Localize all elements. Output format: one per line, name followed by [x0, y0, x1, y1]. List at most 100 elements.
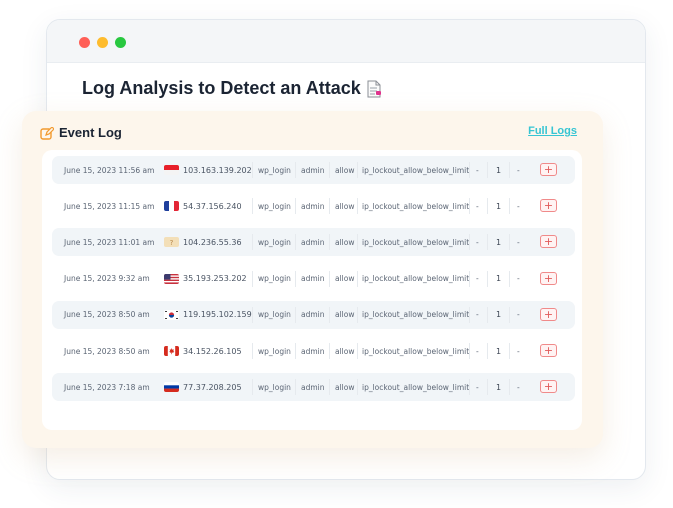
log-row: June 15, 2023 11:56 am 103.163.139.202 w…: [52, 156, 575, 184]
column-separator: [487, 379, 488, 396]
indonesia-flag-icon: [164, 165, 179, 175]
event-log-table: June 15, 2023 11:56 am 103.163.139.202 w…: [42, 150, 582, 430]
column-separator: [329, 198, 330, 215]
column-separator: [487, 162, 488, 178]
column-separator: [252, 198, 253, 215]
column-separator: [469, 270, 470, 287]
column-separator: [252, 343, 253, 359]
log-reason: ip_lockout_allow_below_limit: [362, 382, 470, 392]
log-ip: 35.193.253.202: [183, 274, 247, 284]
log-row: June 15, 2023 11:01 am ? 104.236.55.36 w…: [52, 228, 575, 257]
add-rule-button[interactable]: +: [540, 307, 557, 321]
column-separator: [295, 270, 296, 287]
log-reason: ip_lockout_allow_below_limit: [362, 346, 470, 356]
log-action: wp_login: [258, 310, 291, 320]
south-korea-flag-icon: [164, 309, 179, 320]
log-user: admin: [301, 346, 325, 356]
column-separator: [487, 234, 488, 251]
log-reason: ip_lockout_allow_below_limit: [362, 274, 470, 284]
column-separator: [357, 343, 358, 359]
log-ip: 54.37.156.240: [183, 201, 242, 211]
add-rule-button[interactable]: +: [540, 271, 557, 285]
add-rule-button[interactable]: +: [540, 344, 557, 357]
column-separator: [329, 234, 330, 251]
maximize-window-dot[interactable]: [115, 37, 126, 48]
column-separator: [357, 198, 358, 215]
log-row: June 15, 2023 8:50 am 119.195.102.159 wp…: [52, 300, 575, 329]
log-dash: -: [517, 237, 520, 247]
log-date: June 15, 2023 8:50 am: [64, 346, 150, 356]
log-user: admin: [301, 165, 325, 175]
column-separator: [509, 306, 510, 323]
log-reason: ip_lockout_allow_below_limit: [362, 165, 470, 175]
log-row: June 15, 2023 11:15 am 54.37.156.240 wp_…: [52, 192, 575, 221]
column-separator: [252, 306, 253, 323]
page-title-text: Log Analysis to Detect an Attack: [82, 78, 361, 98]
column-separator: [329, 270, 330, 287]
column-separator: [469, 198, 470, 215]
column-separator: [295, 306, 296, 323]
card-title: Event Log: [59, 125, 122, 140]
add-rule-button[interactable]: +: [540, 199, 557, 213]
event-log-card: Event Log Full Logs June 15, 2023 11:56 …: [22, 111, 603, 448]
log-dash: -: [517, 382, 520, 392]
log-action: wp_login: [258, 274, 291, 284]
column-separator: [357, 379, 358, 396]
log-ip: 103.163.139.202: [183, 165, 252, 175]
column-separator: [487, 198, 488, 215]
log-count: 1: [496, 201, 502, 211]
column-separator: [252, 270, 253, 287]
log-count: 1: [496, 346, 502, 356]
log-status: allow: [335, 201, 355, 211]
column-separator: [295, 234, 296, 251]
svg-text:?: ?: [170, 239, 174, 247]
log-dash: -: [476, 310, 479, 320]
log-status: allow: [335, 237, 355, 247]
column-separator: [469, 379, 470, 396]
log-row: June 15, 2023 8:50 am 34.152.26.105 wp_l…: [52, 337, 575, 365]
column-separator: [357, 270, 358, 287]
log-status: allow: [335, 165, 355, 175]
column-separator: [509, 379, 510, 396]
log-user: admin: [301, 274, 325, 284]
add-rule-button[interactable]: +: [540, 235, 557, 249]
column-separator: [509, 198, 510, 215]
log-ip: 77.37.208.205: [183, 382, 242, 392]
column-separator: [252, 234, 253, 251]
log-date: June 15, 2023 7:18 am: [64, 382, 150, 392]
window-titlebar: [47, 20, 645, 63]
log-reason: ip_lockout_allow_below_limit: [362, 201, 470, 211]
log-count: 1: [496, 274, 502, 284]
log-dash: -: [517, 274, 520, 284]
log-row: June 15, 2023 7:18 am 77.37.208.205 wp_l…: [52, 373, 575, 402]
log-user: admin: [301, 237, 325, 247]
minimize-window-dot[interactable]: [97, 37, 108, 48]
column-separator: [357, 162, 358, 178]
column-separator: [295, 162, 296, 178]
column-separator: [295, 379, 296, 396]
log-dash: -: [476, 201, 479, 211]
column-separator: [329, 306, 330, 323]
add-rule-button[interactable]: +: [540, 380, 557, 394]
log-date: June 15, 2023 11:01 am: [64, 237, 155, 247]
canada-flag-icon: [164, 346, 179, 356]
log-dash: -: [476, 237, 479, 247]
column-separator: [357, 306, 358, 323]
log-reason: ip_lockout_allow_below_limit: [362, 237, 470, 247]
column-separator: [295, 198, 296, 215]
log-dash: -: [517, 346, 520, 356]
log-row: June 15, 2023 9:32 am 35.193.253.202 wp_…: [52, 264, 575, 293]
close-window-dot[interactable]: [79, 37, 90, 48]
russia-flag-icon: [164, 382, 179, 393]
log-count: 1: [496, 382, 502, 392]
column-separator: [252, 379, 253, 396]
page-title: Log Analysis to Detect an Attack: [82, 78, 381, 99]
column-separator: [487, 343, 488, 359]
add-rule-button[interactable]: +: [540, 163, 557, 176]
edit-icon: [40, 125, 55, 140]
column-separator: [509, 234, 510, 251]
log-dash: -: [476, 382, 479, 392]
full-logs-link[interactable]: Full Logs: [528, 125, 577, 137]
log-action: wp_login: [258, 201, 291, 211]
log-dash: -: [476, 165, 479, 175]
